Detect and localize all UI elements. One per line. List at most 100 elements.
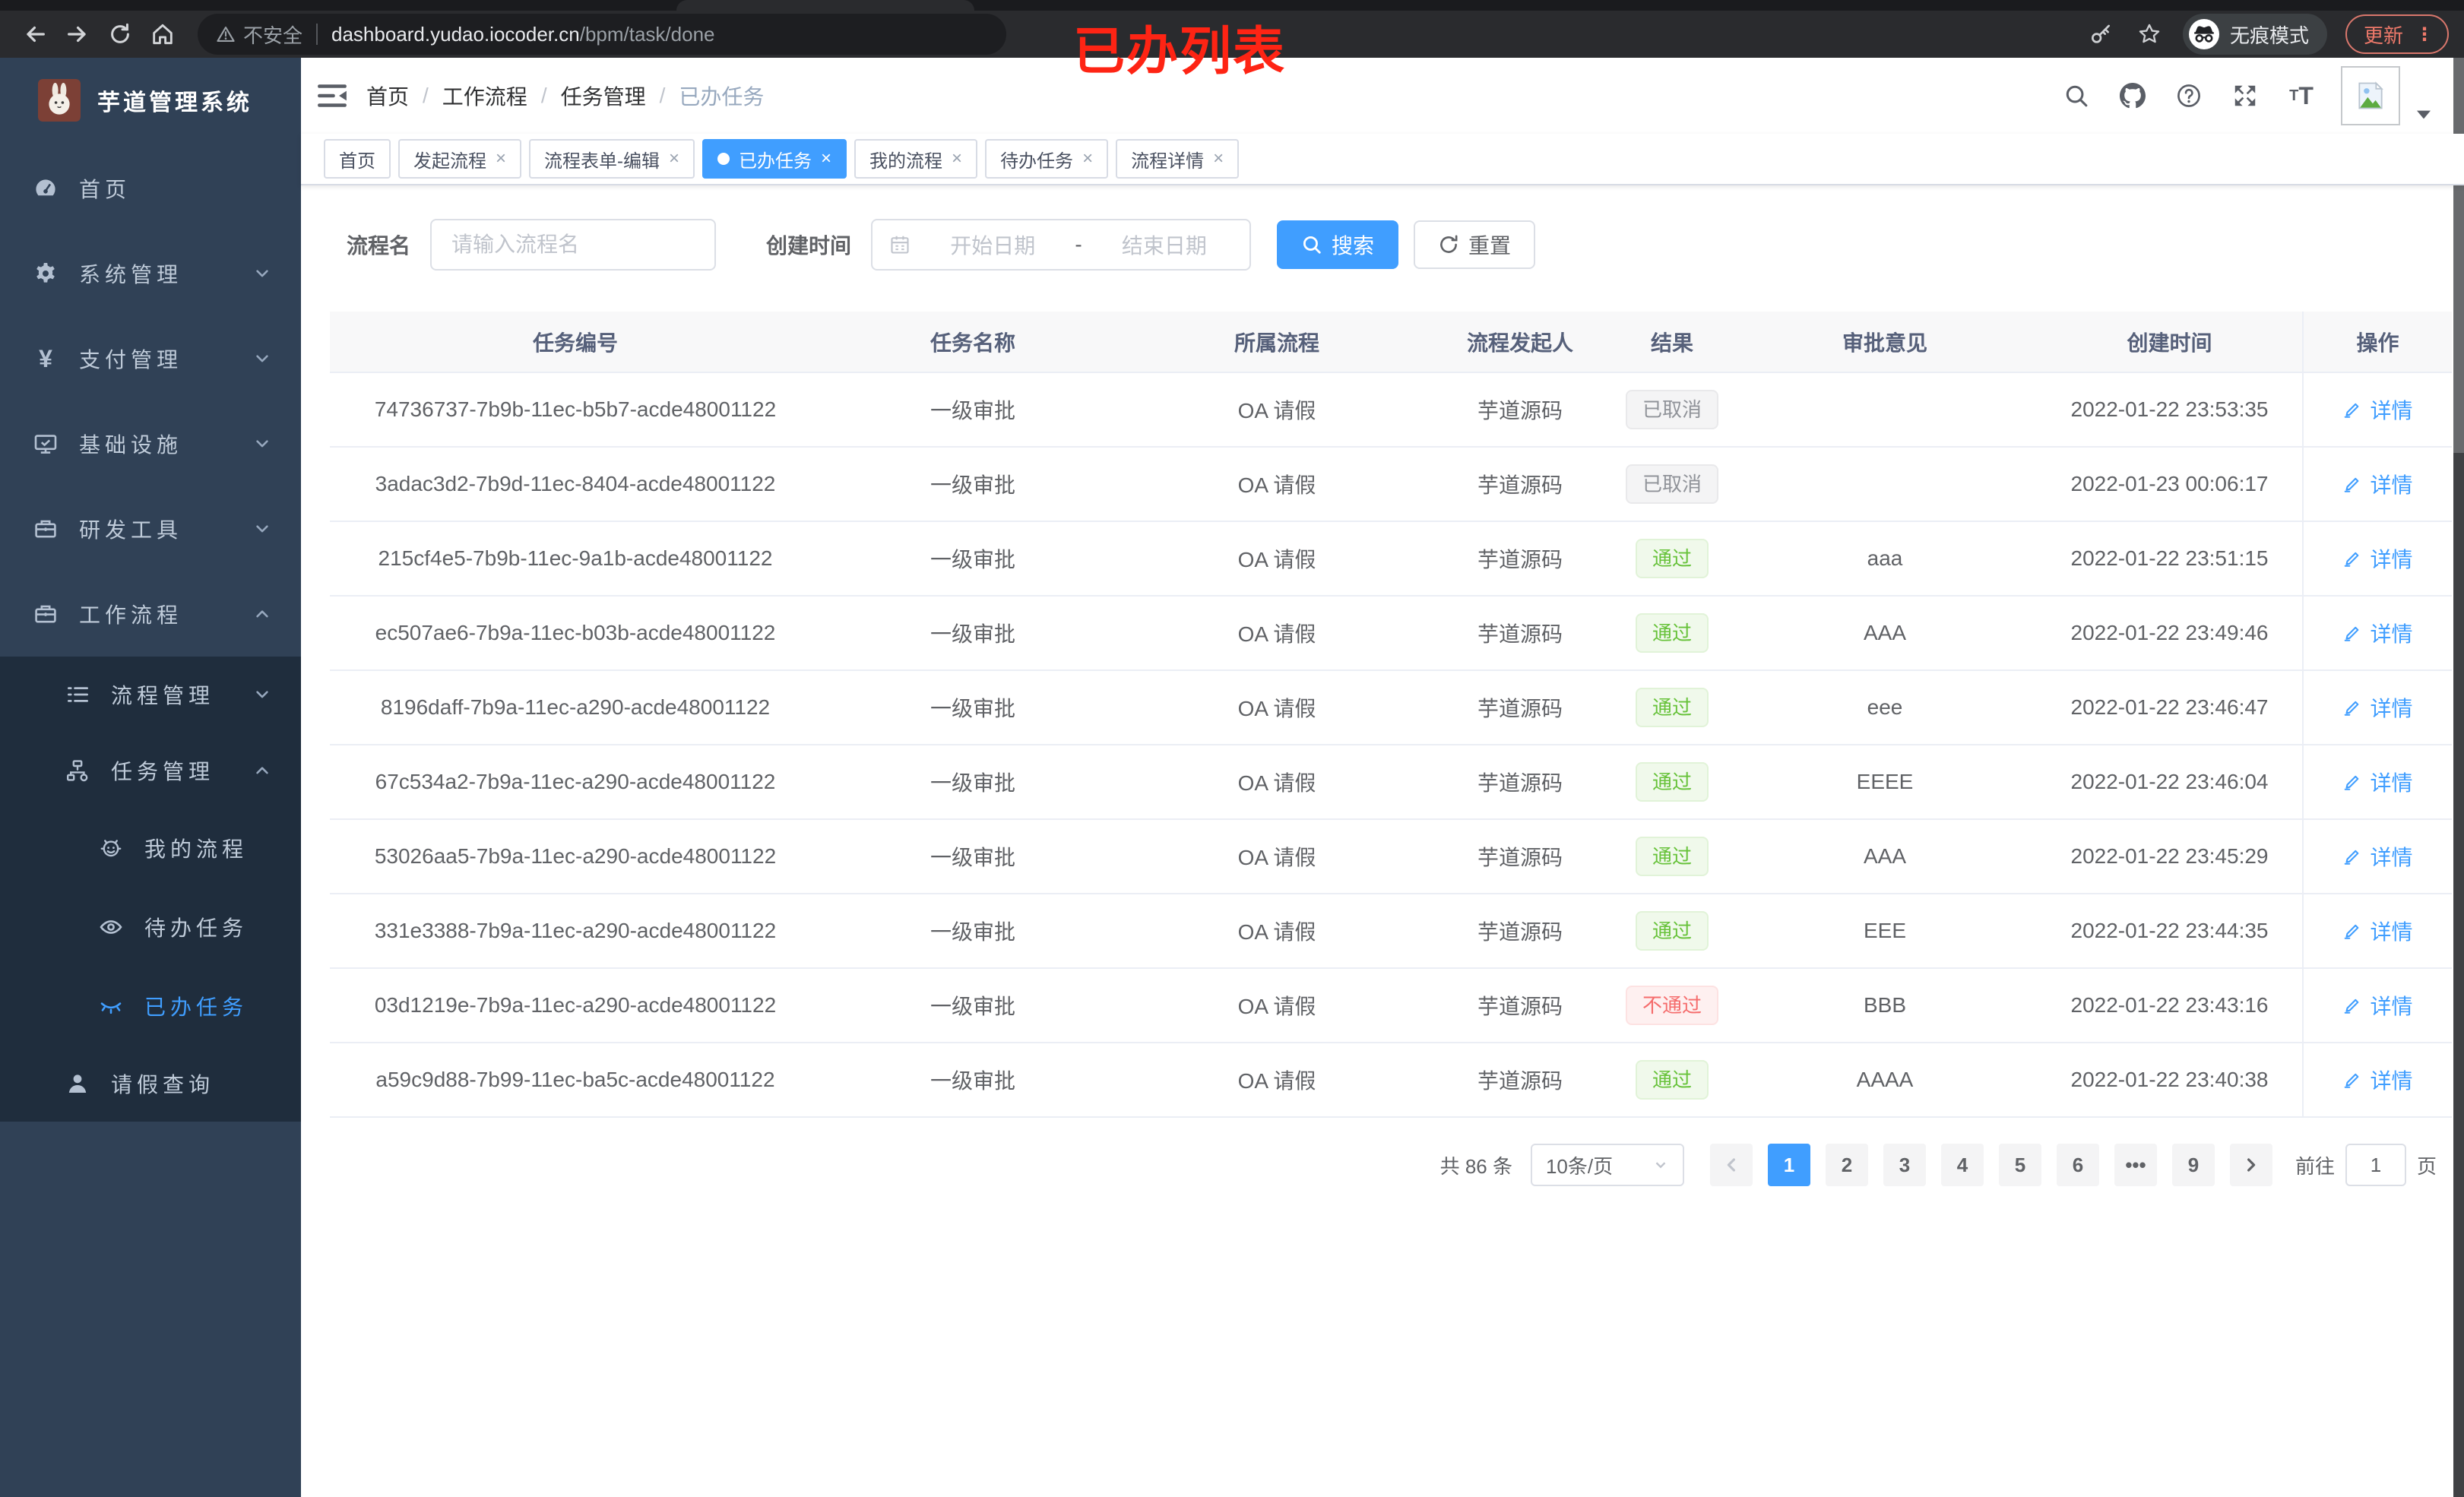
home-button[interactable] (143, 14, 182, 54)
avatar[interactable] (2341, 66, 2400, 125)
cell-name: 一级审批 (821, 819, 1125, 894)
sidebar-item-task-mgmt[interactable]: 任务管理 (0, 733, 301, 809)
detail-link[interactable]: 详情 (2342, 767, 2413, 797)
sidebar-item-leave-query[interactable]: 请假查询 (0, 1046, 301, 1122)
sidebar-item-devtools[interactable]: 研发工具 (0, 486, 301, 571)
browser-active-tab[interactable] (676, 0, 974, 11)
process-name-input[interactable] (430, 219, 717, 271)
detail-link[interactable]: 详情 (2342, 990, 2413, 1021)
cell-id: 8196daff-7b9a-11ec-a290-acde48001122 (330, 670, 821, 745)
close-icon[interactable]: × (821, 150, 831, 168)
reset-button[interactable]: 重置 (1414, 220, 1536, 269)
next-page-button[interactable] (2229, 1144, 2272, 1186)
search-icon[interactable] (2060, 79, 2093, 112)
page-button-6[interactable]: 6 (2056, 1144, 2099, 1186)
window-scrollbar[interactable] (2453, 58, 2464, 1497)
detail-link-label: 详情 (2370, 548, 2413, 571)
cell-comment (1733, 447, 2037, 522)
breadcrumb-item[interactable]: 首页 (366, 81, 409, 111)
sidebar-item-infra[interactable]: 基础设施 (0, 401, 301, 486)
search-button[interactable]: 搜索 (1277, 220, 1399, 269)
detail-link[interactable]: 详情 (2342, 841, 2413, 872)
sidebar-item-label: 我的流程 (144, 837, 249, 861)
sidebar-item-process-mgmt[interactable]: 流程管理 (0, 657, 301, 733)
page-size-select[interactable]: 10条/页 (1530, 1144, 1684, 1186)
cell-process: OA 请假 (1125, 968, 1429, 1043)
sidebar-item-payment[interactable]: ¥ 支付管理 (0, 316, 301, 401)
reload-button[interactable] (100, 14, 140, 54)
address-bar[interactable]: 不安全 dashboard.yudao.iocoder.cn/bpm/task/… (198, 14, 1006, 55)
tag-待办任务[interactable]: 待办任务 × (985, 139, 1109, 179)
close-icon[interactable]: × (1082, 150, 1093, 168)
forward-button[interactable] (58, 14, 97, 54)
update-button[interactable]: 更新 ⋮ (2345, 14, 2449, 54)
column-header-comment: 审批意见 (1733, 312, 2037, 373)
page-button-5[interactable]: 5 (1998, 1144, 2041, 1186)
detail-link-label: 详情 (2370, 995, 2413, 1018)
tag-首页[interactable]: 首页 (324, 139, 391, 179)
page-button-9[interactable]: 9 (2171, 1144, 2215, 1186)
detail-link-label: 详情 (2370, 920, 2413, 944)
tag-流程表单-编辑[interactable]: 流程表单-编辑 × (529, 139, 695, 179)
sidebar-collapse-icon[interactable] (301, 83, 366, 109)
page-button-4[interactable]: 4 (1940, 1144, 1984, 1186)
tag-label: 已办任务 (739, 150, 812, 172)
avatar-caret-icon[interactable] (2417, 110, 2431, 119)
breadcrumb-item[interactable]: 任务管理 (561, 81, 646, 111)
close-icon[interactable]: × (1213, 150, 1224, 168)
detail-link[interactable]: 详情 (2342, 1065, 2413, 1095)
detail-link[interactable]: 详情 (2342, 692, 2413, 723)
sidebar-item-todo-tasks[interactable]: 待办任务 (0, 888, 301, 967)
password-key-icon[interactable] (2086, 19, 2116, 49)
github-icon[interactable] (2116, 79, 2149, 112)
help-icon[interactable] (2172, 79, 2206, 112)
detail-link[interactable]: 详情 (2342, 618, 2413, 648)
scrollbar-thumb[interactable] (2453, 58, 2464, 453)
date-range-picker[interactable]: 开始日期 - 结束日期 (871, 219, 1252, 271)
cell-time: 2022-01-22 23:46:47 (2037, 670, 2303, 745)
detail-link-label: 详情 (2370, 473, 2413, 497)
sidebar-item-home[interactable]: 首页 (0, 146, 301, 231)
tag-我的流程[interactable]: 我的流程 × (854, 139, 978, 179)
prev-page-button[interactable] (1709, 1144, 1753, 1186)
cell-time: 2022-01-22 23:40:38 (2037, 1043, 2303, 1118)
cell-result: 通过 (1611, 670, 1733, 745)
detail-link[interactable]: 详情 (2342, 543, 2413, 574)
sidebar-item-my-process[interactable]: 我的流程 (0, 809, 301, 888)
submenu-block: 流程管理任务管理我的流程待办任务已办任务 请假查询 (0, 657, 301, 1122)
close-icon[interactable]: × (669, 150, 679, 168)
goto-page-input[interactable] (2345, 1144, 2406, 1186)
cell-time: 2022-01-22 23:53:35 (2037, 372, 2303, 448)
detail-link[interactable]: 详情 (2342, 394, 2413, 425)
page-button-3[interactable]: 3 (1883, 1144, 1926, 1186)
tag-流程详情[interactable]: 流程详情 × (1116, 139, 1240, 179)
sidebar-item-label: 流程管理 (111, 684, 215, 707)
sidebar-item-workflow[interactable]: 工作流程 (0, 571, 301, 657)
pen-icon (2342, 1070, 2362, 1090)
more-pages-button[interactable]: ••• (2114, 1144, 2157, 1186)
sidebar-item-system[interactable]: 系统管理 (0, 231, 301, 316)
browser-menu-icon[interactable]: ⋮ (2415, 24, 2434, 46)
bookmark-star-icon[interactable] (2134, 19, 2165, 49)
cell-name: 一级审批 (821, 1043, 1125, 1118)
detail-link[interactable]: 详情 (2342, 469, 2413, 499)
fullscreen-icon[interactable] (2228, 79, 2262, 112)
sidebar-item-label: 待办任务 (144, 916, 249, 940)
reset-button-label: 重置 (1468, 234, 1512, 258)
tag-已办任务[interactable]: 已办任务 × (702, 139, 847, 179)
page-button-2[interactable]: 2 (1825, 1144, 1868, 1186)
close-icon[interactable]: × (496, 150, 506, 168)
tag-发起流程[interactable]: 发起流程 × (398, 139, 522, 179)
breadcrumb-item[interactable]: 工作流程 (442, 81, 527, 111)
column-header-starter: 流程发起人 (1429, 312, 1611, 373)
font-size-icon[interactable]: TT (2285, 79, 2318, 112)
cell-name: 一级审批 (821, 372, 1125, 448)
logo[interactable]: 芋道管理系统 (0, 58, 301, 143)
close-icon[interactable]: × (952, 150, 962, 168)
cell-action: 详情 (2302, 521, 2452, 597)
page-button-1[interactable]: 1 (1767, 1144, 1810, 1186)
sidebar-item-done-tasks[interactable]: 已办任务 (0, 967, 301, 1046)
eye-closed-icon (97, 994, 125, 1018)
back-button[interactable] (15, 14, 55, 54)
detail-link[interactable]: 详情 (2342, 916, 2413, 946)
